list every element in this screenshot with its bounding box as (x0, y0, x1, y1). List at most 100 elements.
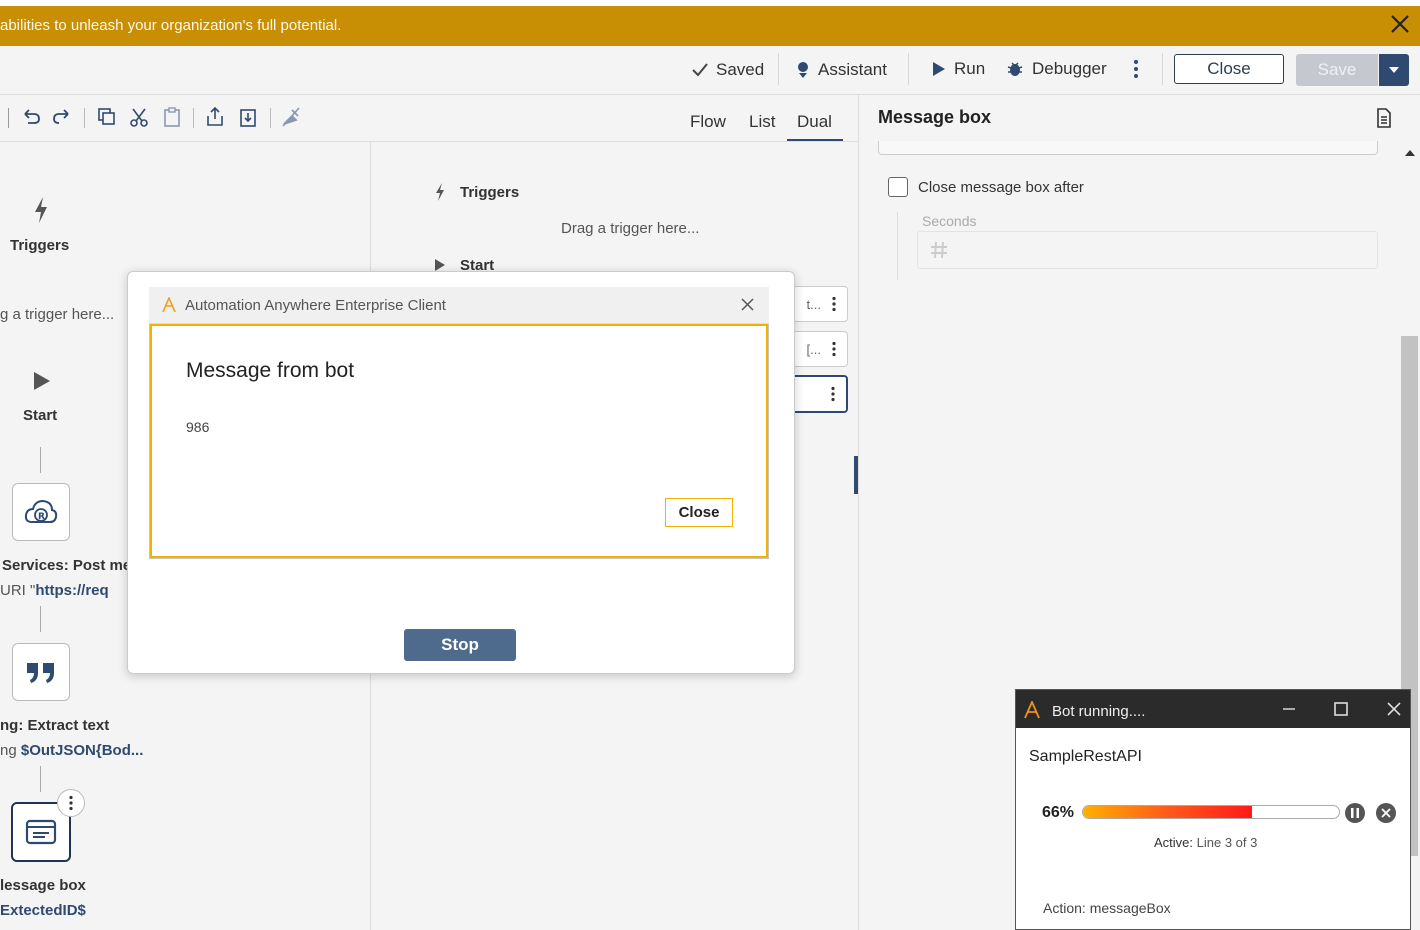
progress-percent: 66% (1042, 804, 1075, 821)
divider (193, 108, 194, 128)
active-tab-indicator (787, 139, 843, 141)
more-options-icon (69, 795, 73, 811)
list-drag-trigger-hint: Drag a trigger here... (561, 220, 700, 237)
connector (40, 766, 41, 792)
stop-bot-button[interactable] (1376, 803, 1396, 823)
divider (8, 108, 9, 128)
drag-trigger-hint: g a trigger here... (0, 306, 115, 323)
scroll-up-icon[interactable] (1405, 150, 1415, 156)
more-options-icon[interactable] (830, 386, 836, 402)
debugger-button[interactable]: Debugger (1006, 59, 1107, 79)
rest-node-title: Services: Post me (2, 557, 132, 574)
close-icon[interactable] (1387, 702, 1401, 716)
close-after-label: Close message box after (918, 179, 1084, 196)
close-icon[interactable] (740, 297, 755, 312)
start-icon (435, 259, 445, 271)
tab-list[interactable]: List (749, 112, 775, 132)
message-heading: Message from bot (186, 359, 355, 382)
seconds-input[interactable] (917, 231, 1378, 269)
tab-dual[interactable]: Dual (797, 112, 832, 132)
tab-flow[interactable]: Flow (690, 112, 726, 132)
start-icon (34, 372, 50, 390)
save-dropdown-button[interactable] (1379, 54, 1409, 86)
maximize-icon[interactable] (1334, 702, 1348, 716)
bot-name: SampleRestAPI (1029, 748, 1142, 765)
message-close-button[interactable]: Close (665, 498, 733, 527)
redo-icon[interactable] (51, 106, 73, 128)
client-window-title: Automation Anywhere Enterprise Client (185, 297, 446, 314)
string-action-node[interactable] (12, 643, 70, 701)
messagebox-node-sub: ExtectedID$ (0, 902, 86, 919)
close-button[interactable]: Close (1174, 54, 1284, 84)
message-text: 986 (186, 419, 210, 435)
divider (1162, 53, 1163, 85)
assistant-label: Assistant (818, 60, 887, 79)
bot-running-title: Bot running.... (1052, 703, 1146, 720)
paste-icon[interactable] (161, 106, 183, 128)
svg-text:R: R (38, 512, 45, 522)
save-button[interactable]: Save (1296, 54, 1378, 86)
current-action: Action: messageBox (1043, 900, 1171, 916)
undo-icon[interactable] (20, 106, 42, 128)
saved-label: Saved (716, 60, 765, 79)
disable-action-icon[interactable] (280, 106, 302, 128)
quote-icon (27, 663, 54, 683)
rest-node-sub: URI "https://req (0, 582, 109, 599)
lightning-icon (436, 183, 444, 201)
chevron-down-icon (1389, 67, 1399, 73)
bug-icon (1007, 62, 1023, 76)
connector (40, 447, 41, 473)
automation-anywhere-logo-icon (162, 297, 176, 313)
seconds-label: Seconds (922, 213, 977, 229)
lightning-icon (35, 197, 47, 223)
copy-icon[interactable] (96, 106, 118, 128)
document-icon[interactable] (1376, 108, 1392, 128)
assistant-button[interactable]: Assistant (796, 60, 887, 80)
checkmark-icon (692, 63, 708, 77)
close-after-checkbox[interactable] (888, 177, 908, 197)
list-row-2-text: [... (806, 341, 821, 357)
active-line: Active: Line 3 of 3 (1154, 835, 1258, 850)
divider (84, 108, 85, 128)
run-label: Run (954, 59, 986, 78)
start-label: Start (23, 407, 58, 424)
string-node-title: ng: Extract text (0, 717, 110, 734)
progress-fill (1083, 806, 1252, 818)
string-node-sub: ng $OutJSON{Bod... (0, 742, 144, 759)
automation-anywhere-logo-icon (1024, 701, 1040, 719)
indent-guide (897, 212, 898, 280)
rest-action-node[interactable]: R (12, 483, 70, 541)
stop-button[interactable]: Stop (404, 629, 516, 661)
more-options-icon[interactable] (831, 341, 837, 357)
connector (40, 606, 41, 632)
banner-close-icon[interactable] (1388, 12, 1412, 36)
pause-button[interactable] (1345, 803, 1365, 823)
more-options-icon[interactable] (831, 296, 837, 312)
saved-status: Saved (692, 60, 764, 80)
messagebox-node-title: lessage box (0, 877, 86, 894)
banner-text: abilities to unleash your organization's… (0, 17, 342, 34)
import-icon[interactable] (237, 106, 259, 128)
previous-field[interactable] (878, 141, 1378, 155)
cut-icon[interactable] (128, 106, 150, 128)
node-menu-button[interactable] (57, 789, 85, 817)
minimize-icon[interactable] (1282, 702, 1296, 716)
play-icon (933, 62, 945, 76)
list-row-2[interactable]: [... (790, 331, 848, 367)
list-row-3-selected[interactable] (790, 375, 848, 413)
cloud-rest-icon: R (24, 499, 58, 523)
debugger-label: Debugger (1032, 59, 1107, 78)
pause-icon (1351, 808, 1359, 818)
list-triggers-label: Triggers (460, 184, 520, 201)
assistant-icon (798, 62, 808, 78)
more-options-icon[interactable] (1130, 58, 1142, 80)
progress-bar (1082, 805, 1340, 819)
properties-title: Message box (878, 107, 992, 127)
close-icon (1381, 808, 1391, 818)
divider (908, 53, 909, 85)
export-icon[interactable] (204, 106, 226, 128)
list-row-1-text: t... (806, 296, 821, 312)
divider (778, 53, 779, 85)
run-button[interactable]: Run (932, 59, 985, 79)
list-row-1[interactable]: t... (790, 286, 848, 322)
